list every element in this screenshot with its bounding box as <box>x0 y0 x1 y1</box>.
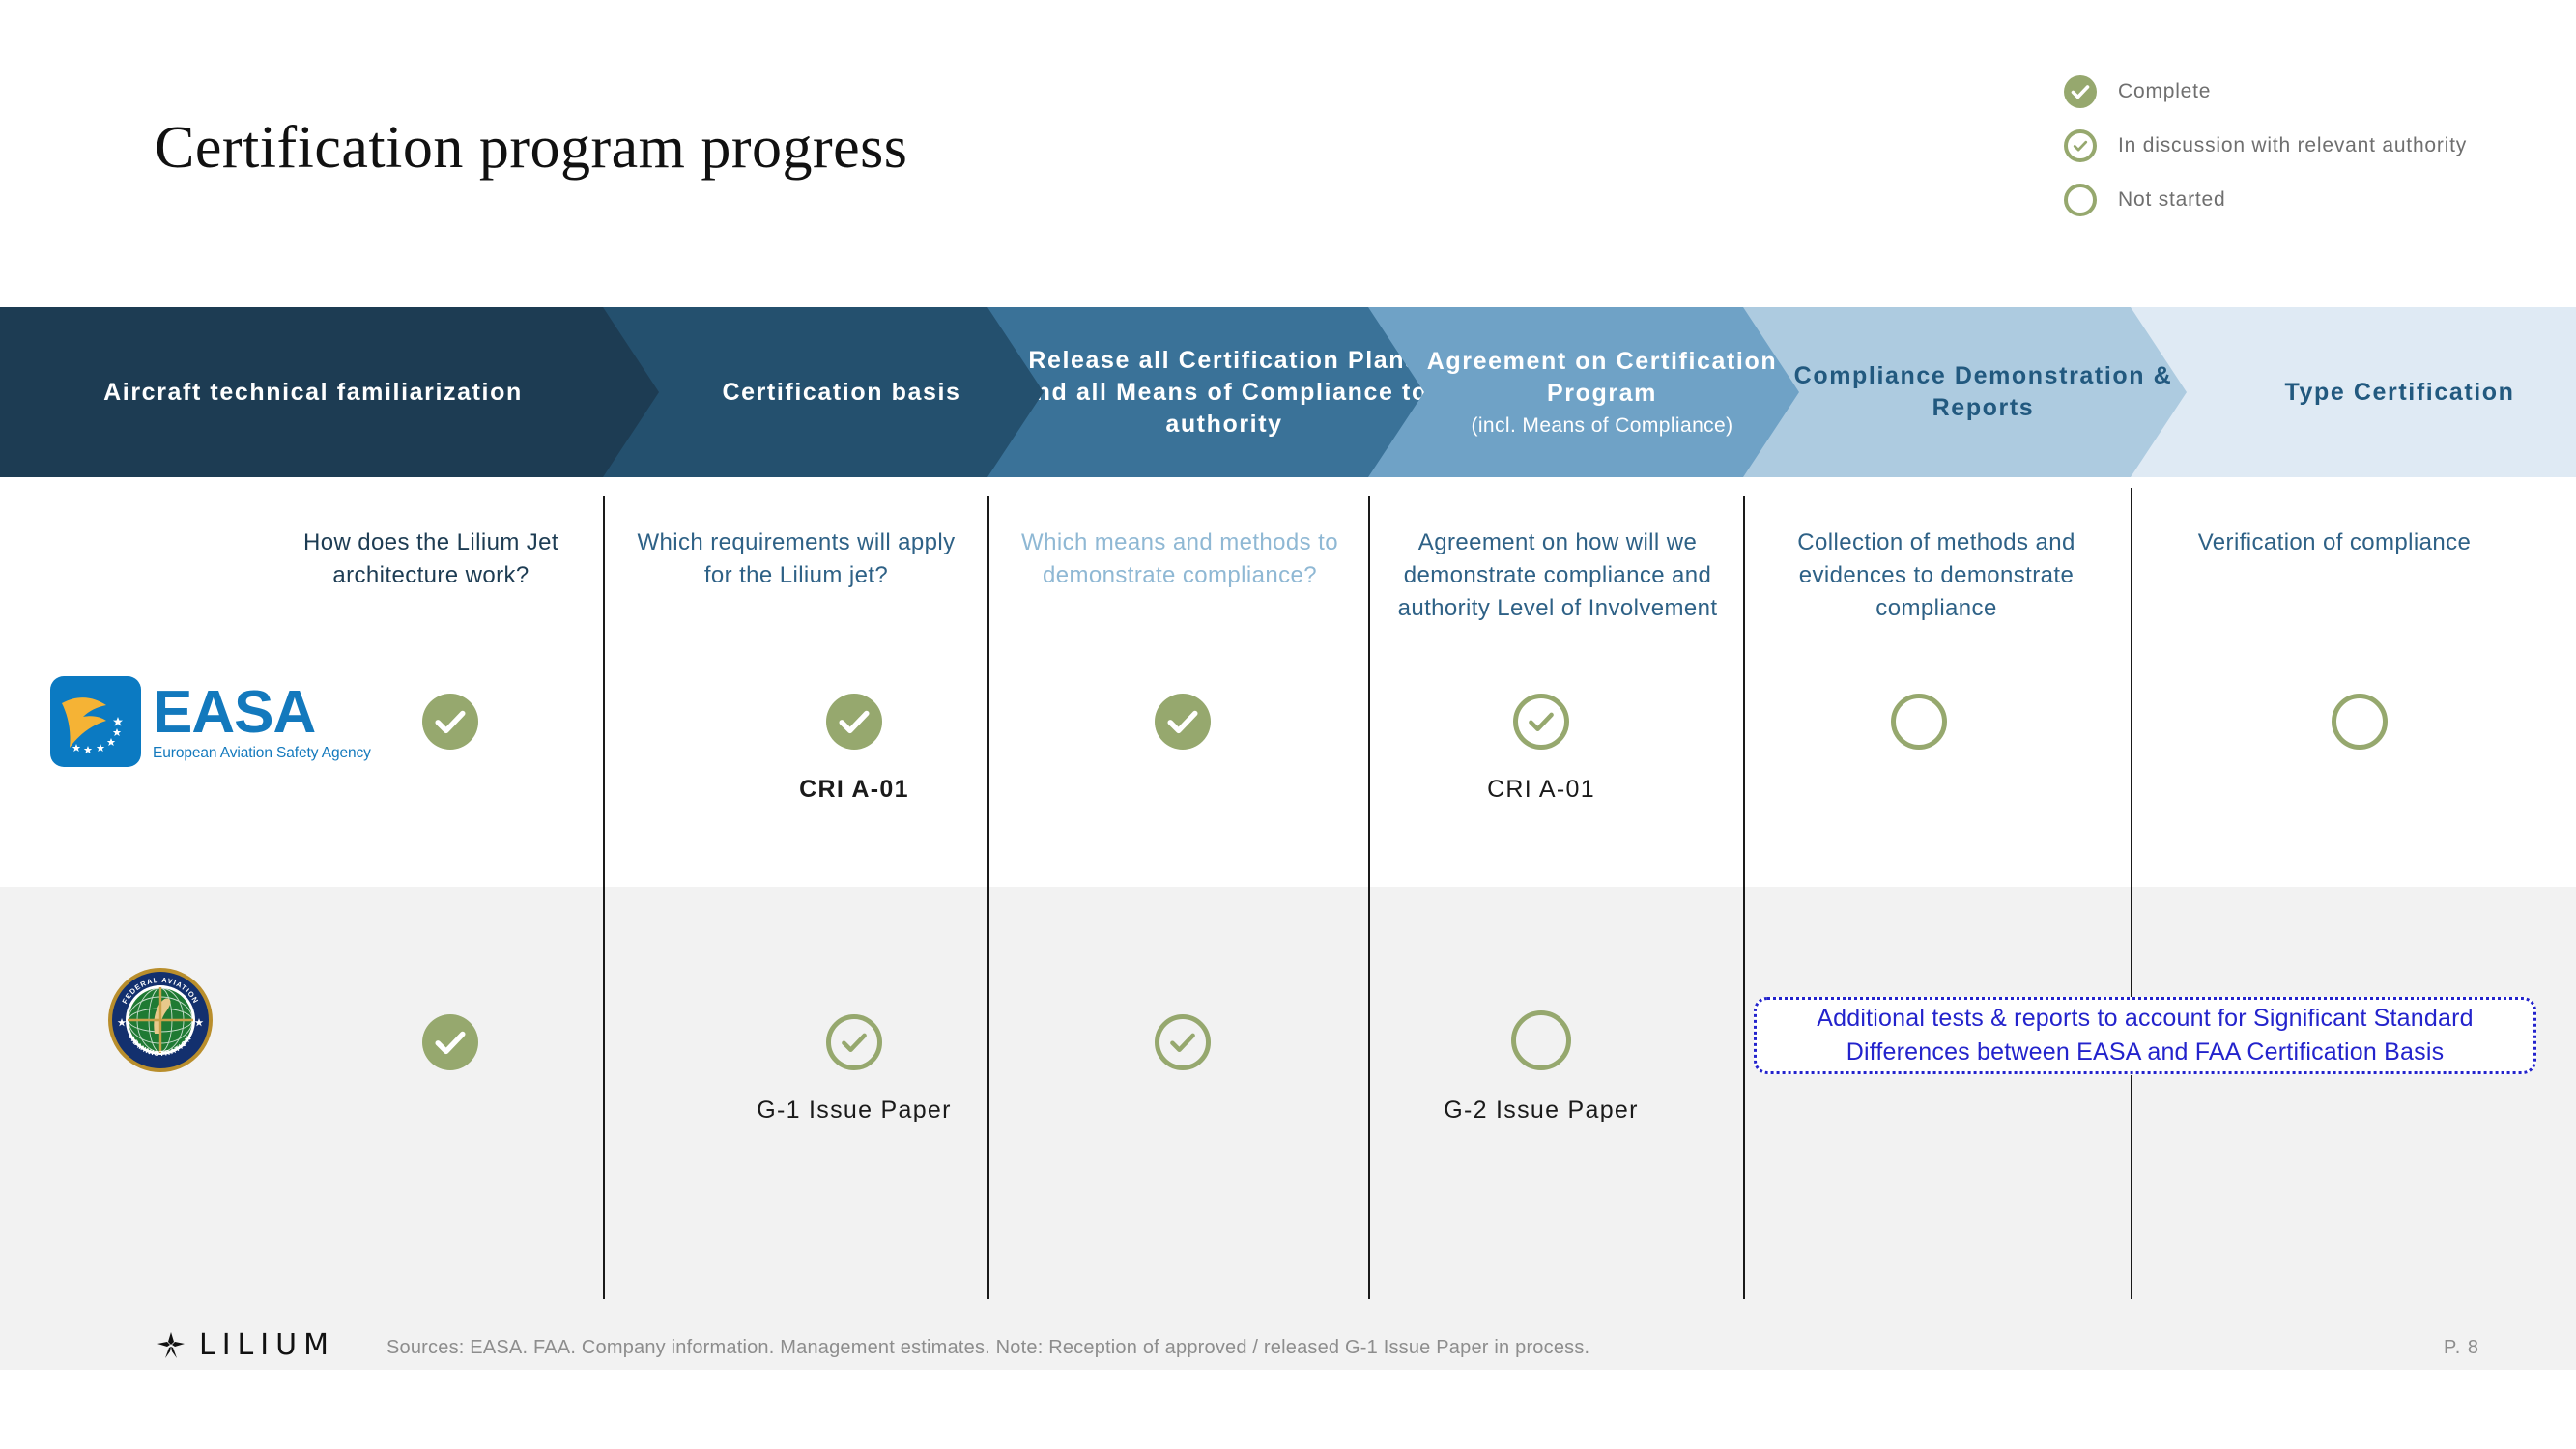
easa-logo: EASA European Aviation Safety Agency <box>50 676 371 767</box>
stage-label-text-4: Agreement on Certification Program <box>1426 347 1778 407</box>
stage-sublabel-4: (incl. Means of Compliance) <box>1471 413 1733 437</box>
stage-description-6: Verification of compliance <box>2197 529 2472 555</box>
stage-label-3: Release all Certification Plans and all … <box>1000 345 1428 440</box>
in-discussion-status-icon <box>2064 129 2097 162</box>
faa-row-background <box>0 887 2576 1370</box>
lilium-flower-icon <box>157 1331 185 1358</box>
not-started-status-icon <box>1511 1010 1571 1070</box>
page-title: Certification program progress <box>155 115 908 181</box>
stage-description-5: Collection of methods and evidences to d… <box>1797 529 2075 622</box>
stage-label-text-1: Aircraft technical familiarization <box>103 378 523 406</box>
legend-label-not-started: Not started <box>2118 188 2226 211</box>
footer-page-number: P. 8 <box>2444 1337 2479 1358</box>
stage-description-2: Which requirements will apply for the Li… <box>637 529 956 589</box>
faa-cell-4[interactable]: G-2 Issue Paper <box>1387 1010 1696 1124</box>
legend-item-in-discussion: In discussion with relevant authority <box>2064 124 2479 168</box>
column-divider-1 <box>603 496 605 1299</box>
faa-cell-1[interactable] <box>412 1014 489 1096</box>
not-started-status-icon <box>1891 694 1947 750</box>
footer-sources: Sources: EASA. FAA. Company information.… <box>386 1337 1590 1358</box>
easa-wordmark-text: EASA <box>153 678 316 746</box>
easa-badge-icon <box>50 676 141 767</box>
easa-wordmark: EASA European Aviation Safety Agency <box>153 678 371 761</box>
legend-label-in-discussion: In discussion with relevant authority <box>2118 134 2468 156</box>
faa-seal: FEDERAL AVIATION ADMINISTRATION <box>106 966 215 1079</box>
not-started-status-icon <box>2332 694 2388 750</box>
stage-label-4: Agreement on Certification Program (incl… <box>1378 346 1799 440</box>
complete-status-icon <box>2064 75 2097 108</box>
faa-cell-3[interactable] <box>1144 1014 1221 1096</box>
significant-standard-differences-callout: Additional tests & reports to account fo… <box>1754 997 2536 1074</box>
legend-item-complete: Complete <box>2064 70 2479 114</box>
process-stage-banner: Aircraft technical familiarization Certi… <box>0 307 2576 477</box>
stage-label-2: Certification basis <box>617 377 1044 409</box>
faa-cell-label-4: G-2 Issue Paper <box>1444 1096 1639 1123</box>
stage-label-text-5: Compliance Demonstration & Reports <box>1793 362 2173 421</box>
easa-cell-label-2: CRI A-01 <box>799 776 909 803</box>
easa-cell-4[interactable]: CRI A-01 <box>1445 694 1638 804</box>
easa-cell-2[interactable]: CRI A-01 <box>758 694 951 804</box>
legend-label-complete: Complete <box>2118 80 2212 102</box>
easa-cell-5[interactable] <box>1880 694 1958 776</box>
stage-label-6: Type Certification <box>2176 377 2576 409</box>
column-divider-4 <box>1743 496 1745 1299</box>
not-started-status-icon <box>2064 184 2097 216</box>
column-divider-5-bottom <box>2131 1075 2132 1299</box>
in-discussion-status-icon <box>826 1014 882 1070</box>
legend-item-not-started: Not started <box>2064 178 2479 222</box>
complete-status-icon <box>1155 694 1211 750</box>
easa-cell-3[interactable] <box>1144 694 1221 776</box>
in-discussion-status-icon <box>1513 694 1569 750</box>
faa-cell-label-2: G-1 Issue Paper <box>757 1096 952 1123</box>
stage-label-text-6: Type Certification <box>2284 378 2515 406</box>
column-divider-5-top <box>2131 488 2132 998</box>
column-divider-3 <box>1368 496 1370 1299</box>
stage-label-text-3: Release all Certification Plans and all … <box>1020 346 1428 438</box>
faa-cell-2[interactable]: G-1 Issue Paper <box>700 1014 1009 1124</box>
stage-description-4: Agreement on how will we demonstrate com… <box>1397 529 1718 622</box>
callout-text: Additional tests & reports to account fo… <box>1817 1005 2474 1065</box>
stage-chevron-1[interactable]: Aircraft technical familiarization <box>0 307 659 477</box>
complete-status-icon <box>422 694 478 750</box>
complete-status-icon <box>826 694 882 750</box>
complete-status-icon <box>422 1014 478 1070</box>
easa-cell-6[interactable] <box>2321 694 2398 776</box>
lilium-wordmark: LILIUM <box>199 1328 335 1362</box>
column-divider-2 <box>987 496 989 1299</box>
in-discussion-status-icon <box>1155 1014 1211 1070</box>
easa-cell-label-4: CRI A-01 <box>1487 776 1595 803</box>
stage-label-5: Compliance Demonstration & Reports <box>1760 360 2188 424</box>
stage-label-text-2: Certification basis <box>722 378 961 406</box>
stage-description-1: How does the Lilium Jet architecture wor… <box>303 529 558 589</box>
stage-label-1: Aircraft technical familiarization <box>89 377 537 409</box>
status-legend: Complete In discussion with relevant aut… <box>2064 70 2479 232</box>
easa-tagline: European Aviation Safety Agency <box>153 744 371 761</box>
lilium-logo: LILIUM <box>155 1328 335 1362</box>
stage-description-3: Which means and methods to demonstrate c… <box>1021 529 1338 589</box>
slide-canvas: Certification program progress Complete … <box>0 0 2576 1449</box>
easa-cell-1[interactable] <box>412 694 489 776</box>
